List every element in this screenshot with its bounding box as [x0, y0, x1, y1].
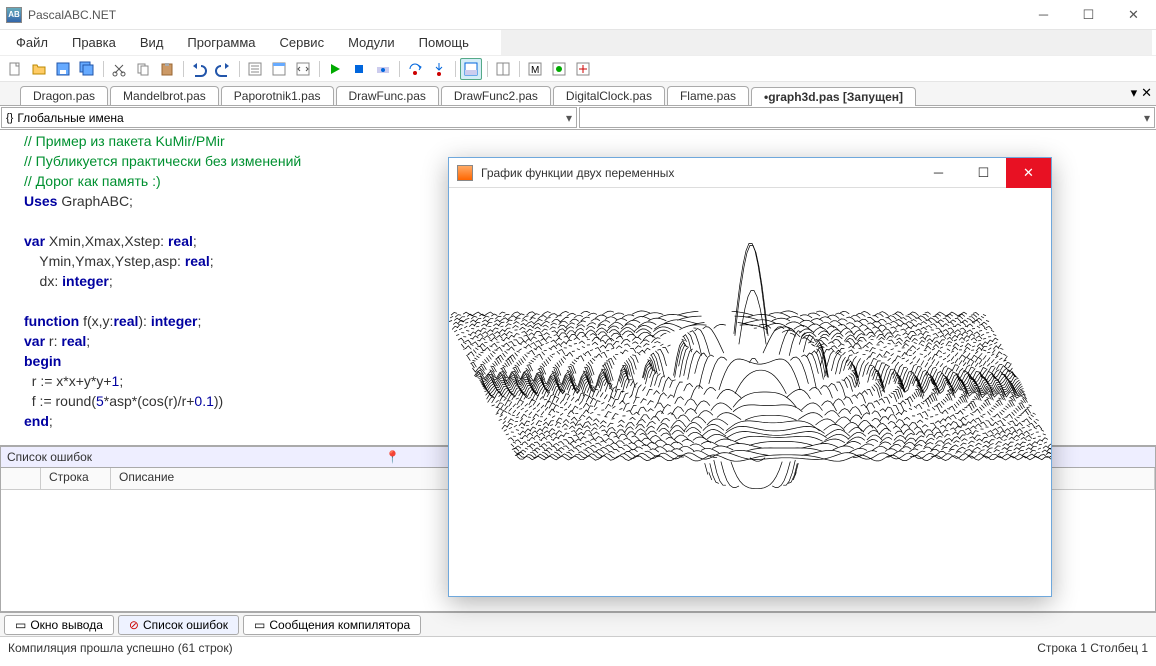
- debug-button[interactable]: [372, 58, 394, 80]
- tab-graph3d[interactable]: •graph3d.pas [Запущен]: [751, 87, 916, 106]
- status-cursor: Строка 1 Столбец 1: [1037, 641, 1148, 655]
- tab-digitalclock[interactable]: DigitalClock.pas: [553, 86, 665, 105]
- step-into-button[interactable]: [428, 58, 450, 80]
- tool1-button[interactable]: М: [524, 58, 546, 80]
- open-file-button[interactable]: [28, 58, 50, 80]
- save-all-button[interactable]: [76, 58, 98, 80]
- menu-edit[interactable]: Правка: [60, 33, 128, 52]
- status-compile: Компиляция прошла успешно (61 строк): [8, 641, 233, 655]
- stop-button[interactable]: [348, 58, 370, 80]
- tab-dragon[interactable]: Dragon.pas: [20, 86, 108, 105]
- outwin-minimize-button[interactable]: ─: [916, 158, 961, 188]
- graph-canvas: [449, 188, 1051, 596]
- new-file-button[interactable]: [4, 58, 26, 80]
- menu-program[interactable]: Программа: [175, 33, 267, 52]
- app-icon: AB: [6, 7, 22, 23]
- form-button[interactable]: [268, 58, 290, 80]
- svg-text:М: М: [531, 65, 539, 76]
- tab-close-icon[interactable]: ✕: [1141, 85, 1152, 101]
- output-window-title: График функции двух переменных: [481, 166, 916, 180]
- split-button[interactable]: [492, 58, 514, 80]
- tab-mandelbrot[interactable]: Mandelbrot.pas: [110, 86, 219, 105]
- menu-view[interactable]: Вид: [128, 33, 176, 52]
- members-combo[interactable]: ▾: [579, 107, 1155, 128]
- cut-button[interactable]: [108, 58, 130, 80]
- menu-modules[interactable]: Модули: [336, 33, 407, 52]
- grid-col-line[interactable]: Строка: [41, 468, 111, 489]
- scope-combo-label: Глобальные имена: [17, 111, 123, 125]
- outwin-maximize-button[interactable]: ☐: [961, 158, 1006, 188]
- run-button[interactable]: [324, 58, 346, 80]
- error-icon: ⊘: [129, 618, 139, 632]
- step-over-button[interactable]: [404, 58, 426, 80]
- paste-button[interactable]: [156, 58, 178, 80]
- output-window[interactable]: График функции двух переменных ─ ☐ ✕: [448, 157, 1052, 597]
- copy-button[interactable]: [132, 58, 154, 80]
- output-view-button[interactable]: [460, 58, 482, 80]
- grid-col-icon[interactable]: [1, 468, 41, 489]
- save-button[interactable]: [52, 58, 74, 80]
- tab-drawfunc2[interactable]: DrawFunc2.pas: [441, 86, 551, 105]
- output-icon: ▭: [15, 618, 26, 632]
- output-window-icon: [457, 165, 473, 181]
- bottom-tab-output[interactable]: ▭Окно вывода: [4, 615, 114, 635]
- outwin-close-button[interactable]: ✕: [1006, 158, 1051, 188]
- errors-panel-title: Список ошибок: [7, 450, 385, 464]
- minimize-button[interactable]: ─: [1021, 0, 1066, 30]
- compiler-icon: ▭: [254, 618, 265, 632]
- properties-button[interactable]: [244, 58, 266, 80]
- undo-button[interactable]: [188, 58, 210, 80]
- tab-drawfunc[interactable]: DrawFunc.pas: [336, 86, 439, 105]
- menu-service[interactable]: Сервис: [268, 33, 337, 52]
- bottom-tab-compiler[interactable]: ▭Сообщения компилятора: [243, 615, 421, 635]
- chevron-down-icon: ▾: [1144, 111, 1150, 125]
- chevron-down-icon: ▾: [566, 111, 572, 125]
- redo-button[interactable]: [212, 58, 234, 80]
- tool2-button[interactable]: [548, 58, 570, 80]
- menu-file[interactable]: Файл: [4, 33, 60, 52]
- tab-dropdown-icon[interactable]: ▾: [1131, 85, 1138, 101]
- maximize-button[interactable]: ☐: [1066, 0, 1111, 30]
- close-button[interactable]: ✕: [1111, 0, 1156, 30]
- menu-help[interactable]: Помощь: [407, 33, 481, 52]
- tab-paporotnik[interactable]: Paporotnik1.pas: [221, 86, 334, 105]
- tab-flame[interactable]: Flame.pas: [667, 86, 749, 105]
- tool3-button[interactable]: [572, 58, 594, 80]
- bottom-tab-errors[interactable]: ⊘Список ошибок: [118, 615, 239, 635]
- window-title: PascalABC.NET: [28, 8, 1021, 22]
- scope-combo[interactable]: {} Глобальные имена ▾: [1, 107, 577, 128]
- code-button[interactable]: [292, 58, 314, 80]
